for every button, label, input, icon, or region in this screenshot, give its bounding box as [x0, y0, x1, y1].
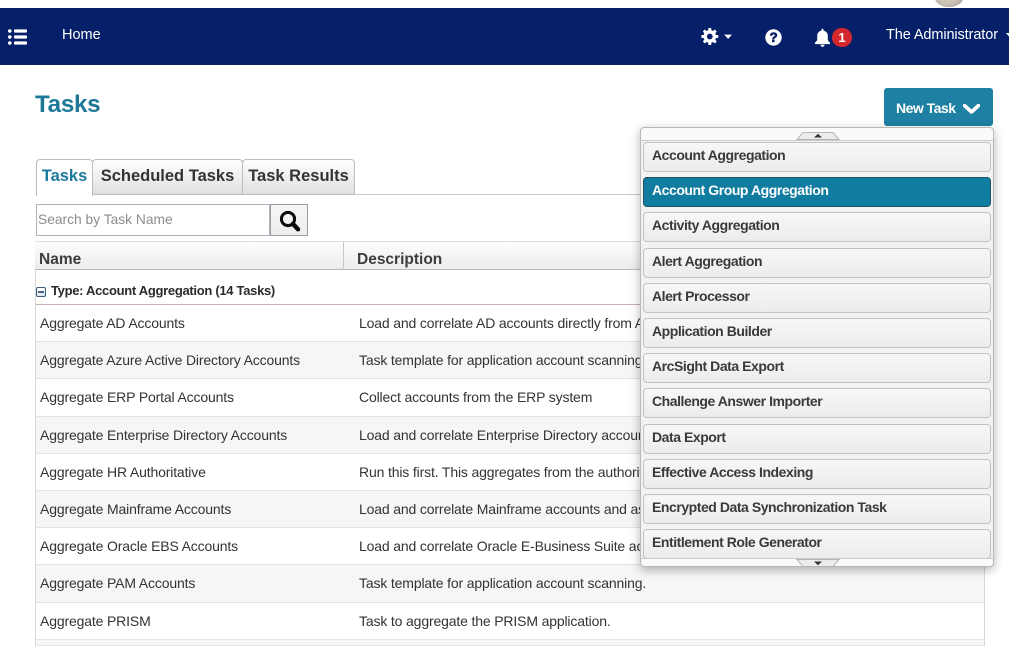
- svg-text:?: ?: [769, 30, 777, 45]
